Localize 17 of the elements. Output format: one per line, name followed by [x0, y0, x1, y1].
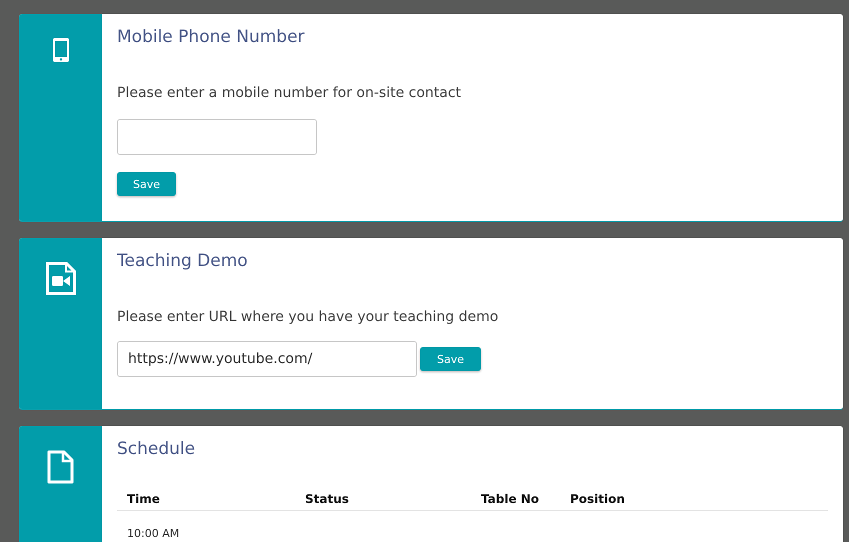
section-title: Teaching Demo	[117, 251, 249, 271]
column-header: Time	[127, 492, 161, 506]
table-cell-text: 10:00 AM	[127, 526, 180, 540]
save-button[interactable]: Save	[117, 172, 176, 196]
save-button[interactable]: Save	[420, 347, 482, 371]
video-file-icon	[46, 262, 76, 295]
section-title: Mobile Phone Number	[117, 27, 306, 47]
section-title: Schedule	[117, 439, 196, 459]
input-field[interactable]	[117, 119, 317, 155]
prompt-text: Please enter URL where you have your teaching demo	[117, 309, 500, 325]
prompt-text: Please enter a mobile number for on-site contact	[117, 85, 462, 101]
column-header: Table No	[481, 492, 540, 506]
column-header: Position	[570, 492, 626, 506]
file-icon	[47, 450, 74, 484]
input-field[interactable]: https://www.youtube.com/	[117, 341, 417, 377]
phone-icon	[52, 38, 68, 62]
column-header: Status	[305, 492, 350, 506]
